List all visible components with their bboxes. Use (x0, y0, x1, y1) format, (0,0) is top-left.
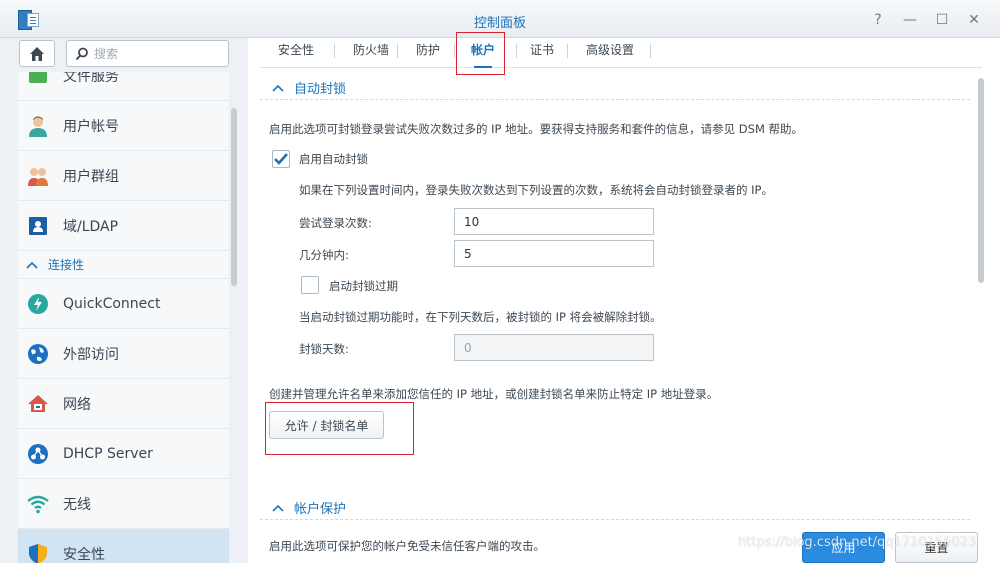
enable-auto-block-label: 启用自动封锁 (299, 152, 368, 166)
search-icon (75, 47, 88, 61)
chevron-up-icon (272, 504, 284, 512)
sidebar-item-wireless[interactable]: 无线 (18, 479, 229, 529)
section-auto-block[interactable]: 自动封锁 (260, 76, 970, 100)
sidebar-item-user-account[interactable]: 用户帐号 (18, 101, 229, 151)
within-minutes-label: 几分钟内: (299, 248, 349, 262)
tab-separator (454, 44, 455, 58)
block-days-input[interactable] (454, 334, 654, 361)
chevron-up-icon (272, 84, 284, 92)
network-icon (26, 392, 50, 416)
file-services-icon (26, 72, 50, 88)
chevron-up-icon (26, 261, 38, 269)
tab-separator (516, 44, 517, 58)
section-title: 自动封锁 (294, 82, 347, 97)
close-icon[interactable]: ✕ (964, 10, 984, 30)
sidebar-item-label: 安全性 (63, 546, 105, 563)
block-days-label: 封锁天数: (299, 342, 349, 356)
sidebar-item-label: 域/LDAP (63, 218, 119, 235)
sidebar-item-label: 文件服务 (63, 72, 119, 85)
external-access-icon (26, 342, 50, 366)
tab-firewall[interactable]: 防火墙 (339, 38, 403, 68)
tab-separator (334, 44, 335, 58)
section-header-label: 连接性 (48, 258, 85, 272)
sidebar-scrollbar[interactable] (231, 108, 237, 286)
tab-advanced[interactable]: 高级设置 (575, 38, 645, 68)
sidebar-item-label: 用户帐号 (63, 118, 119, 135)
search-box[interactable] (66, 40, 229, 67)
sidebar-item-label: QuickConnect (63, 295, 161, 312)
login-attempts-label: 尝试登录次数: (299, 216, 372, 230)
enable-block-expiration-checkbox[interactable] (301, 276, 319, 294)
login-attempts-input[interactable] (454, 208, 654, 235)
sidebar-item-label: 用户群组 (63, 168, 119, 185)
tab-security[interactable]: 安全性 (264, 38, 328, 68)
tab-separator (567, 44, 568, 58)
security-icon (26, 542, 50, 563)
home-icon (30, 47, 44, 61)
tab-separator (397, 44, 398, 58)
sidebar-nav: 文件服务 用户帐号 用户群组 域/LDAP 连接性 QuickConnect 外… (18, 72, 229, 563)
wireless-icon (26, 492, 50, 516)
highlight-box-list-button (265, 402, 414, 455)
home-button[interactable] (19, 40, 55, 67)
tab-certificate[interactable]: 证书 (522, 38, 562, 68)
sidebar-item-security[interactable]: 安全性 (18, 529, 229, 563)
watermark-text: https://blog.csdn.net/qq1710156023 (738, 535, 977, 550)
group-icon (26, 164, 50, 188)
window-title: 控制面板 (473, 16, 526, 31)
auto-block-description: 启用此选项可封锁登录尝试失败次数过多的 IP 地址。要获得支持服务和套件的信息，… (269, 122, 804, 136)
sidebar-item-network[interactable]: 网络 (18, 379, 229, 429)
enable-block-expiration-label: 启动封锁过期 (329, 279, 398, 293)
section-title: 帐户保护 (294, 502, 347, 517)
sidebar-item-label: 无线 (63, 496, 91, 513)
main-panel: 安全性 防火墙 防护 帐户 证书 高级设置 自动封锁 启用此选项可封锁登录尝试失… (248, 32, 1000, 563)
sidebar-item-label: 外部访问 (63, 346, 119, 363)
sidebar-item-label: DHCP Server (63, 445, 153, 462)
sidebar-item-domain-ldap[interactable]: 域/LDAP (18, 201, 229, 251)
content-scrollbar[interactable] (978, 78, 984, 283)
search-input[interactable] (94, 45, 219, 63)
minimize-icon[interactable]: — (900, 10, 920, 30)
sidebar-item-quickconnect[interactable]: QuickConnect (18, 279, 229, 329)
maximize-icon[interactable]: ☐ (932, 10, 952, 30)
enable-auto-block-checkbox[interactable] (272, 150, 290, 168)
highlight-box-account-tab (456, 32, 505, 75)
content-area: 自动封锁 启用此选项可封锁登录尝试失败次数过多的 IP 地址。要获得支持服务和套… (260, 76, 970, 563)
tab-protection[interactable]: 防护 (400, 38, 456, 68)
block-expiration-description: 当启动封锁过期功能时，在下列天数后，被封锁的 IP 将会被解除封锁。 (299, 310, 662, 324)
checkmark-icon (274, 153, 288, 165)
account-protection-description: 启用此选项可保护您的帐户免受未信任客户端的攻击。 (269, 539, 545, 553)
auto-block-rule-description: 如果在下列设置时间内，登录失败次数达到下列设置的次数，系统将会自动封锁登录者的 … (299, 183, 773, 197)
domain-ldap-icon (26, 214, 50, 238)
allow-block-list-description: 创建并管理允许名单来添加您信任的 IP 地址，或创建封锁名单来防止特定 IP 地… (269, 387, 719, 401)
tab-bar: 安全性 防火墙 防护 帐户 证书 高级设置 (260, 38, 982, 68)
section-account-protection[interactable]: 帐户保护 (260, 496, 970, 520)
dhcp-icon (26, 442, 50, 466)
user-icon (26, 114, 50, 138)
within-minutes-input[interactable] (454, 240, 654, 267)
sidebar-item-dhcp-server[interactable]: DHCP Server (18, 429, 229, 479)
section-header-connectivity[interactable]: 连接性 (18, 251, 229, 279)
quickconnect-icon (26, 292, 50, 316)
tab-separator (650, 44, 651, 58)
sidebar-item-user-group[interactable]: 用户群组 (18, 151, 229, 201)
sidebar: 文件服务 用户帐号 用户群组 域/LDAP 连接性 (0, 38, 248, 563)
sidebar-item-label: 网络 (63, 396, 91, 413)
help-icon[interactable]: ? (868, 10, 888, 30)
sidebar-item-external-access[interactable]: 外部访问 (18, 329, 229, 379)
sidebar-item-file-services[interactable]: 文件服务 (18, 72, 229, 101)
